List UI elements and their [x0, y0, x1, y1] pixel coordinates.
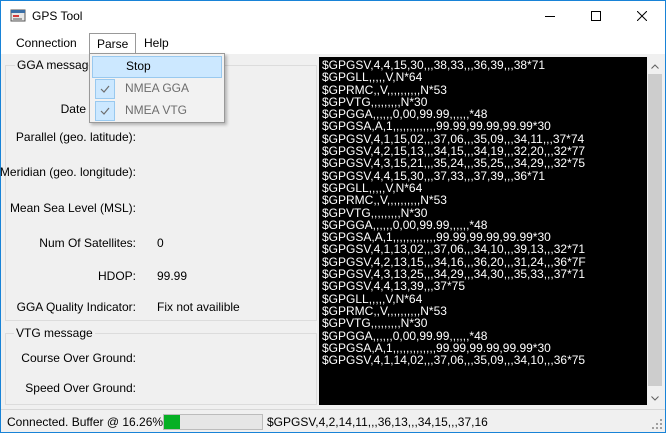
- minimize-button[interactable]: [527, 1, 573, 32]
- status-bar: Connected. Buffer @ 16.26%. $GPGSV,4,2,1…: [1, 409, 665, 432]
- app-icon: [10, 9, 26, 23]
- quality-label: GGA Quality Indicator:: [16, 300, 136, 314]
- window-title: GPS Tool: [32, 9, 83, 23]
- console-line: $GPGGA,,,,,,0,00,99.99,,,,,,*48: [322, 328, 488, 343]
- status-text: Connected. Buffer @ 16.26%.: [7, 415, 167, 429]
- console-lines: $GPGSV,4,4,15,30,,,38,33,,,36,39,,,38*71…: [322, 59, 644, 368]
- console-line: $GPGSA,A,1,,,,,,,,,,,,,99.99,99.99,99.99…: [322, 119, 551, 134]
- buffer-progress-fill: [164, 415, 180, 429]
- console-line: $GPGSV,4,1,14,02,,,37,06,,,35,09,,,34,10…: [322, 353, 586, 368]
- last-sentence-text: $GPGSV,4,2,14,11,,,36,13,,,34,15,,,37,16: [267, 415, 488, 429]
- console-line: $GPRMC,,V,,,,,,,,,,N*53: [322, 193, 447, 208]
- gga-group-legend: GGA message,: [15, 58, 101, 72]
- maximize-button[interactable]: [573, 1, 619, 32]
- menu-item-stop-label: Stop: [126, 59, 151, 73]
- menu-item-nmea-vtg[interactable]: NMEA VTG: [92, 100, 222, 122]
- course-label: Course Over Ground:: [21, 351, 136, 365]
- minimize-icon: [545, 10, 555, 24]
- menu-connection[interactable]: Connection: [9, 33, 84, 54]
- menu-parse[interactable]: Parse: [89, 33, 137, 55]
- scroll-up-button[interactable]: [647, 57, 663, 73]
- msl-label: Mean Sea Level (MSL):: [9, 201, 136, 215]
- menu-help[interactable]: Help: [137, 33, 176, 54]
- menu-item-nmea-vtg-label: NMEA VTG: [125, 103, 188, 117]
- menu-item-stop[interactable]: Stop: [92, 56, 222, 78]
- maximize-icon: [591, 10, 601, 24]
- speed-label: Speed Over Ground:: [25, 381, 136, 395]
- satellites-label: Num Of Satellites:: [39, 236, 136, 250]
- nmea-console[interactable]: $GPGSV,4,4,15,30,,,38,33,,,36,39,,,38*71…: [319, 57, 663, 405]
- longitude-label: Meridian (geo. longitude):: [0, 165, 136, 179]
- hdop-value: 99.99: [157, 269, 188, 283]
- date-label: Date: [60, 102, 86, 116]
- close-button[interactable]: [619, 1, 665, 32]
- satellites-value: 0: [157, 236, 164, 250]
- menu-item-nmea-gga-label: NMEA GGA: [125, 81, 190, 95]
- menu-bar: Connection Parse Help: [1, 32, 665, 55]
- console-line: $GPVTG,,,,,,,,,N*30: [322, 316, 428, 331]
- console-line: $GPGSV,4,1,13,02,,,37,06,,,34,10,,,39,13…: [322, 242, 586, 257]
- menu-item-nmea-gga[interactable]: NMEA GGA: [92, 78, 222, 100]
- parse-dropdown-menu: Stop NMEA GGA NMEA VTG: [89, 53, 225, 123]
- vtg-message-group: VTG message Course Over Ground: Speed Ov…: [5, 326, 317, 405]
- console-line: $GPGSV,4,4,13,39,,,37*75: [322, 279, 465, 294]
- close-icon: [636, 10, 648, 24]
- hdop-label: HDOP:: [97, 269, 136, 283]
- scroll-thumb[interactable]: [648, 74, 662, 386]
- latitude-label: Parallel (geo. latitude):: [15, 130, 136, 144]
- chevron-up-icon: [651, 58, 659, 72]
- chevron-down-icon: [651, 390, 659, 404]
- main-window: GPS Tool Connection Parse Help GGA messa…: [0, 0, 666, 433]
- size-grip-icon[interactable]: [651, 418, 663, 430]
- console-line: $GPGSV,4,3,15,21,,,35,24,,,35,25,,,34,29…: [322, 156, 586, 171]
- console-line: $GPGLL,,,,,V,N*64: [322, 70, 423, 85]
- console-line: $GPVTG,,,,,,,,,N*30: [322, 205, 428, 220]
- console-scrollbar[interactable]: [647, 57, 663, 405]
- title-bar[interactable]: GPS Tool: [1, 1, 665, 32]
- quality-value: Fix not availible: [157, 300, 240, 314]
- scroll-down-button[interactable]: [647, 389, 663, 405]
- checkmark-icon: [95, 79, 115, 99]
- vtg-group-legend: VTG message: [14, 326, 95, 340]
- buffer-progress-bar: [163, 414, 263, 430]
- checkmark-icon: [95, 101, 115, 121]
